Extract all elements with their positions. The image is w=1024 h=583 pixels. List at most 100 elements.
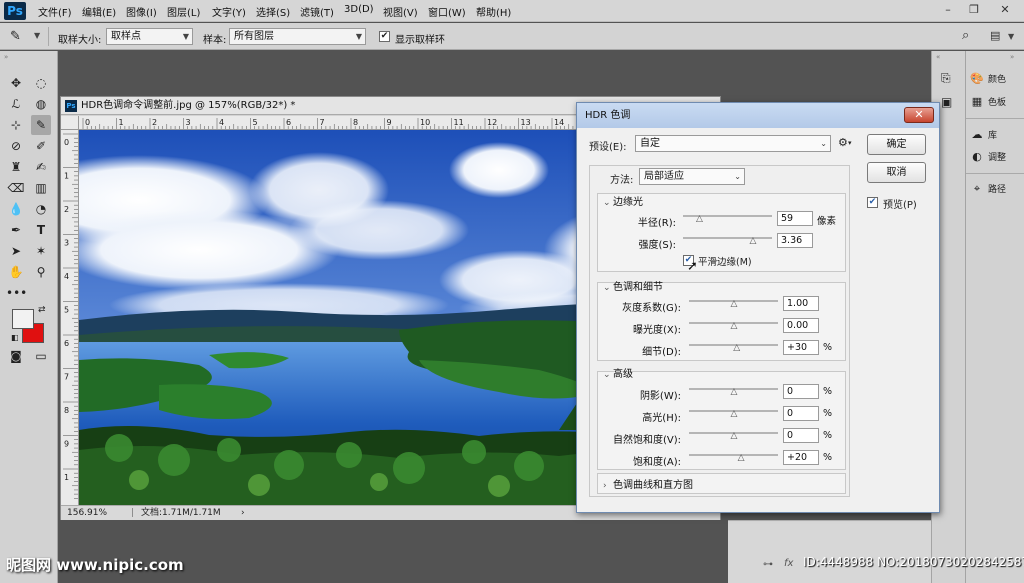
libraries-panel-tab[interactable]: ☁ 库 — [970, 128, 998, 141]
menu-filter[interactable]: 滤镜(T) — [300, 4, 334, 19]
show-ring-checkbox[interactable]: ✔ — [379, 31, 390, 42]
eyedropper-icon[interactable]: ✎ — [10, 29, 21, 44]
edge-glow-header[interactable]: ⌄ 边缘光 — [603, 193, 643, 208]
shadow-input[interactable]: 0 — [783, 384, 819, 399]
link-layers-icon[interactable]: ⊶ — [763, 559, 773, 570]
saturation-slider-thumb[interactable]: △ — [737, 454, 746, 463]
marquee-tool-icon[interactable]: ◌ — [31, 73, 51, 93]
swatches-panel-tab[interactable]: ▦ 色板 — [970, 95, 1006, 108]
gamma-input[interactable]: 1.00 — [783, 296, 819, 311]
foreground-color-swatch[interactable] — [12, 309, 34, 329]
chevron-right-icon[interactable]: › — [241, 506, 245, 520]
menu-help[interactable]: 帮助(H) — [476, 4, 511, 19]
exposure-input[interactable]: 0.00 — [783, 318, 819, 333]
menu-select[interactable]: 选择(S) — [256, 4, 290, 19]
sample-size-select[interactable]: 取样点 ▼ — [106, 28, 193, 45]
menu-view[interactable]: 视图(V) — [383, 4, 418, 19]
more-tools-icon[interactable]: ••• — [6, 283, 27, 303]
menu-3d[interactable]: 3D(D) — [344, 4, 374, 15]
shadow-slider-thumb[interactable]: △ — [730, 388, 739, 397]
workspace-icon[interactable]: ▤ — [990, 29, 1000, 42]
gear-icon[interactable]: ⚙ — [838, 136, 848, 149]
tone-detail-header[interactable]: ⌄ 色调和细节 — [603, 278, 663, 293]
fx-icon[interactable]: fx — [784, 558, 793, 569]
gradient-tool-icon[interactable]: ▥ — [31, 178, 51, 198]
eyedropper-tool-icon[interactable]: ✎ — [31, 115, 51, 135]
menu-file[interactable]: 文件(F) — [38, 4, 72, 19]
quick-select-tool-icon[interactable]: ◍ — [31, 94, 51, 114]
dialog-title-bar[interactable]: HDR 色调 — [577, 103, 939, 128]
close-icon[interactable]: ✕ — [995, 3, 1015, 18]
history-panel-icon[interactable]: ⎘ — [941, 71, 951, 86]
menu-type[interactable]: 文字(Y) — [212, 4, 246, 19]
brush-tool-icon[interactable]: ✐ — [31, 136, 51, 156]
healing-brush-tool-icon[interactable]: ⊘ — [6, 136, 26, 156]
eraser-tool-icon[interactable]: ⌫ — [6, 178, 26, 198]
color-panel-tab[interactable]: 🎨 颜色 — [970, 72, 1006, 85]
zoom-tool-icon[interactable]: ⚲ — [31, 262, 51, 282]
path-select-tool-icon[interactable]: ➤ — [6, 241, 26, 261]
exposure-slider-thumb[interactable]: △ — [730, 322, 739, 331]
type-tool-icon[interactable]: T — [31, 220, 51, 240]
minimize-icon[interactable]: – — [938, 3, 958, 18]
detail-slider-thumb[interactable]: △ — [732, 344, 741, 353]
adjustments-panel-tab[interactable]: ◐ 调整 — [970, 150, 1006, 163]
vertical-ruler[interactable]: 0 1 2 3 4 5 6 7 8 9 1 — [61, 130, 79, 505]
vibrance-slider-thumb[interactable]: △ — [730, 432, 739, 441]
custom-shape-tool-icon[interactable]: ✶ — [31, 241, 51, 261]
screen-mode-icon[interactable]: ▭ — [31, 346, 51, 366]
search-icon[interactable]: ⌕ — [962, 28, 969, 43]
method-select[interactable]: 局部适应 ⌄ — [639, 168, 745, 185]
menu-image[interactable]: 图像(I) — [126, 4, 157, 19]
detail-input[interactable]: +30 — [783, 340, 819, 355]
cancel-button[interactable]: 取消 — [867, 162, 926, 183]
chevron-down-icon[interactable]: ▾ — [848, 139, 852, 147]
strength-slider-track[interactable] — [683, 237, 772, 239]
dialog-close-button[interactable]: ✕ — [904, 107, 934, 123]
restore-icon[interactable]: ❐ — [964, 3, 984, 18]
preview-checkbox[interactable]: ✔ — [867, 197, 878, 208]
pen-tool-icon[interactable]: ✒ — [6, 220, 26, 240]
collapse-icon[interactable]: « — [936, 53, 940, 61]
hand-tool-icon[interactable]: ✋ — [6, 262, 26, 282]
menu-edit[interactable]: 编辑(E) — [82, 4, 116, 19]
radius-slider-thumb[interactable]: △ — [695, 215, 704, 224]
ruler-origin[interactable] — [61, 116, 79, 130]
blur-tool-icon[interactable]: 💧 — [6, 199, 26, 219]
menu-window[interactable]: 窗口(W) — [428, 4, 466, 19]
saturation-slider-track[interactable] — [689, 454, 778, 456]
collapse-icon[interactable]: » — [1010, 53, 1014, 61]
highlight-slider-thumb[interactable]: △ — [730, 410, 739, 419]
menu-layer[interactable]: 图层(L) — [167, 4, 200, 19]
clone-stamp-tool-icon[interactable]: ♜ — [6, 157, 26, 177]
preset-select[interactable]: 自定 ⌄ — [635, 135, 831, 152]
strength-input[interactable]: 3.36 — [777, 233, 813, 248]
move-tool-icon[interactable]: ✥ — [6, 73, 26, 93]
shadow-unit: % — [823, 386, 833, 397]
vibrance-input[interactable]: 0 — [783, 428, 819, 443]
advanced-header[interactable]: ⌄ 高级 — [603, 365, 633, 380]
sample-select[interactable]: 所有图层 ▼ — [229, 28, 366, 45]
ruler-label: 12 — [487, 118, 497, 127]
toolbox: » ✥ ◌ ℒ ◍ ⊹ ✎ ⊘ ✐ ♜ ✍ ⌫ ▥ 💧 ◔ ✒ T ➤ ✶ ✋ … — [0, 51, 58, 583]
lasso-tool-icon[interactable]: ℒ — [6, 94, 26, 114]
gamma-slider-thumb[interactable]: △ — [730, 300, 739, 309]
properties-panel-icon[interactable]: ▣ — [941, 95, 952, 109]
chevron-down-icon[interactable]: ▼ — [1008, 32, 1014, 41]
crop-tool-icon[interactable]: ⊹ — [6, 115, 26, 135]
radius-input[interactable]: 59 — [777, 211, 813, 226]
quick-mask-icon[interactable]: ◙ — [6, 346, 26, 366]
strength-slider-thumb[interactable]: △ — [748, 237, 757, 246]
saturation-input[interactable]: +20 — [783, 450, 819, 465]
tool-preset-chevron-down-icon[interactable]: ▼ — [34, 31, 40, 40]
swap-colors-icon[interactable]: ⇄ — [38, 305, 46, 315]
default-colors-icon[interactable]: ◧ — [11, 333, 19, 342]
history-brush-tool-icon[interactable]: ✍ — [31, 157, 51, 177]
collapse-icon[interactable]: » — [4, 53, 8, 61]
ok-button[interactable]: 确定 — [867, 134, 926, 155]
dodge-tool-icon[interactable]: ◔ — [31, 199, 51, 219]
curve-header[interactable]: › 色调曲线和直方图 — [603, 476, 693, 491]
zoom-level[interactable]: 156.91% — [67, 506, 107, 520]
highlight-input[interactable]: 0 — [783, 406, 819, 421]
paths-panel-tab[interactable]: ⌖ 路径 — [970, 182, 1006, 196]
